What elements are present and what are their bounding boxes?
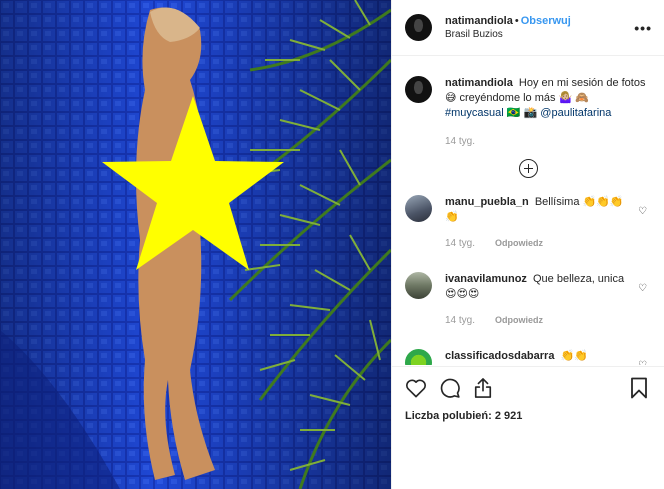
comment-avatar[interactable] bbox=[405, 195, 432, 222]
reply-button[interactable]: Odpowiedz bbox=[495, 313, 543, 328]
comment-username[interactable]: classificadosdabarra bbox=[445, 350, 554, 362]
plus-circle-icon[interactable] bbox=[519, 159, 538, 178]
author-username[interactable]: natimandiola bbox=[445, 15, 513, 27]
comment-row: ivanavilamunoz Que belleza, unica😍😍😍 14 … bbox=[405, 272, 652, 328]
caption-hashtag[interactable]: #muycasual bbox=[445, 107, 504, 119]
photo-canvas bbox=[0, 0, 391, 489]
comment-body: classificadosdabarra 👏👏 bbox=[445, 349, 652, 365]
post-photo[interactable] bbox=[0, 0, 391, 489]
caption-mention[interactable]: @paulitafarina bbox=[540, 107, 611, 119]
heart-icon[interactable] bbox=[405, 378, 427, 398]
comment-text: 👏👏 bbox=[560, 350, 588, 362]
comment-meta: 14 tyg. Odpowiedz bbox=[445, 313, 634, 328]
caption-flag: 🇧🇷 bbox=[506, 107, 521, 119]
likes-label: Liczba polubień: bbox=[405, 410, 492, 422]
comment-username[interactable]: manu_puebla_n bbox=[445, 196, 529, 208]
comments-list[interactable]: natimandiola Hoy en mi sesión de fotos😅 … bbox=[392, 57, 664, 365]
caption-avatar[interactable] bbox=[405, 76, 432, 103]
more-options-icon[interactable]: ••• bbox=[634, 20, 652, 36]
header-separator: • bbox=[514, 14, 519, 27]
caption-emoji: 📸 bbox=[523, 107, 538, 119]
comment-time[interactable]: 14 tyg. bbox=[445, 313, 475, 328]
author-avatar[interactable] bbox=[405, 14, 432, 41]
like-comment-heart-icon[interactable]: ♡ bbox=[638, 283, 648, 294]
like-comment-heart-icon[interactable]: ♡ bbox=[638, 360, 648, 365]
post-sidebar: natimandiola • Obserwuj Brasil Buzios ••• … bbox=[391, 0, 664, 489]
comment-icon[interactable] bbox=[439, 377, 461, 399]
comment-avatar[interactable] bbox=[405, 349, 432, 365]
bookmark-icon[interactable] bbox=[630, 377, 648, 399]
caption-row: natimandiola Hoy en mi sesión de fotos😅 … bbox=[405, 76, 652, 149]
load-more bbox=[405, 159, 652, 178]
comment-meta: 14 tyg. Odpowiedz bbox=[445, 236, 634, 251]
comment-row: manu_puebla_n Bellísima 👏👏👏 👏 14 tyg. Od… bbox=[405, 195, 652, 251]
share-icon[interactable] bbox=[473, 377, 493, 399]
caption-time[interactable]: 14 tyg. bbox=[445, 134, 475, 149]
comment-body: ivanavilamunoz Que belleza, unica😍😍😍 14 … bbox=[445, 272, 652, 328]
comment-avatar[interactable] bbox=[405, 272, 432, 299]
comment-body: manu_puebla_n Bellísima 👏👏👏 👏 14 tyg. Od… bbox=[445, 195, 652, 251]
header-text: natimandiola • Obserwuj Brasil Buzios bbox=[445, 14, 634, 42]
post-header: natimandiola • Obserwuj Brasil Buzios ••• bbox=[392, 0, 664, 56]
likes-count[interactable]: Liczba polubień: 2 921 bbox=[405, 410, 651, 422]
follow-button[interactable]: Obserwuj bbox=[521, 15, 571, 27]
location-link[interactable]: Brasil Buzios bbox=[445, 28, 634, 42]
caption-username[interactable]: natimandiola bbox=[445, 77, 513, 89]
comment-row: classificadosdabarra 👏👏 ♡ bbox=[405, 349, 652, 365]
comment-time[interactable]: 14 tyg. bbox=[445, 236, 475, 251]
post-actions: Liczba polubień: 2 921 bbox=[392, 366, 664, 422]
caption-meta: 14 tyg. bbox=[445, 134, 648, 149]
action-icons bbox=[405, 375, 651, 401]
caption-body: natimandiola Hoy en mi sesión de fotos😅 … bbox=[445, 76, 652, 149]
comment-username[interactable]: ivanavilamunoz bbox=[445, 273, 527, 285]
instagram-post: natimandiola • Obserwuj Brasil Buzios ••• … bbox=[0, 0, 664, 489]
like-comment-heart-icon[interactable]: ♡ bbox=[638, 206, 648, 217]
reply-button[interactable]: Odpowiedz bbox=[495, 236, 543, 251]
likes-number: 2 921 bbox=[494, 410, 523, 422]
